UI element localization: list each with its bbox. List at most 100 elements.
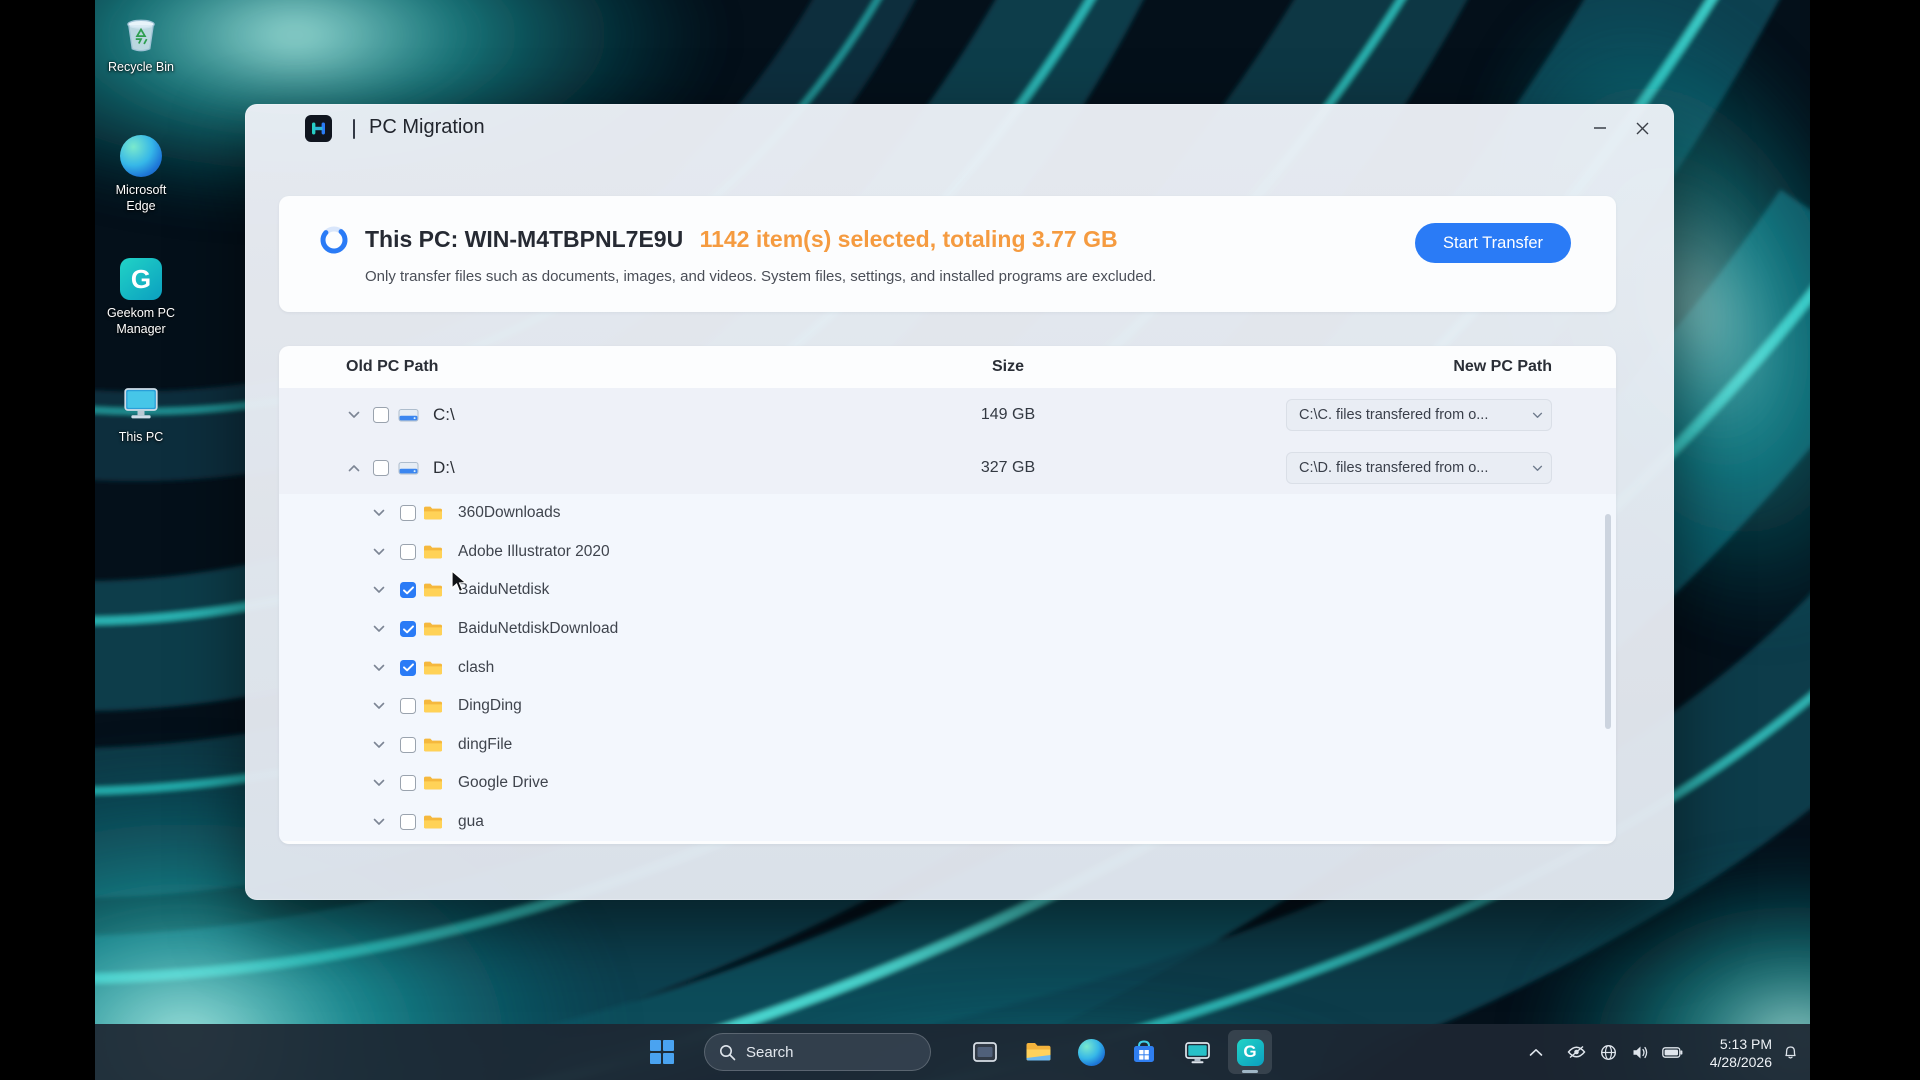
chevron-down-icon[interactable]: [373, 625, 385, 633]
folder-row[interactable]: gua: [279, 803, 1616, 842]
destination-value: C:\D. files transfered from o...: [1299, 460, 1488, 476]
drive-row-c[interactable]: C:\ 149 GB C:\C. files transfered from o…: [279, 388, 1616, 441]
chevron-down-icon[interactable]: [373, 548, 385, 556]
app-logo-icon: [305, 115, 332, 142]
folder-row[interactable]: 360Downloads: [279, 494, 1616, 533]
notification-button[interactable]: [1778, 1040, 1802, 1064]
folder-checkbox[interactable]: [400, 775, 416, 791]
drive-icon: [398, 406, 419, 424]
chevron-down-icon[interactable]: [373, 741, 385, 749]
microsoft-store-icon: [1131, 1039, 1157, 1065]
drive-row-d[interactable]: D:\ 327 GB C:\D. files transfered from o…: [279, 441, 1616, 494]
folder-row[interactable]: dingFile: [279, 726, 1616, 765]
chevron-down-icon[interactable]: [373, 586, 385, 594]
title-divider: [353, 119, 355, 139]
folder-row[interactable]: Adobe Illustrator 2020: [279, 533, 1616, 572]
battery-icon: [1662, 1047, 1683, 1058]
battery-button[interactable]: [1660, 1040, 1684, 1064]
desktop-icon-geekom-pc-manager[interactable]: G Geekom PC Manager: [95, 256, 187, 337]
folder-checkbox[interactable]: [400, 505, 416, 521]
chevron-down-icon[interactable]: [373, 779, 385, 787]
folder-checkbox[interactable]: [400, 660, 416, 676]
drive-checkbox[interactable]: [373, 460, 389, 476]
drive-icon: [398, 459, 419, 477]
volume-button[interactable]: [1628, 1040, 1652, 1064]
edge-icon: [1078, 1039, 1105, 1066]
destination-dropdown-c[interactable]: C:\C. files transfered from o...: [1286, 399, 1552, 431]
folder-name: dingFile: [458, 736, 512, 754]
folder-name: Adobe Illustrator 2020: [458, 543, 610, 561]
minimize-icon: [1593, 121, 1607, 135]
drive-label: C:\: [433, 405, 455, 425]
folder-icon: [423, 660, 443, 676]
folder-row[interactable]: BaiduNetdisk: [279, 571, 1616, 610]
chevron-down-icon[interactable]: [373, 509, 385, 517]
path-table: Old PC Path Size New PC Path C:\ 149 GB: [279, 346, 1616, 844]
drive-checkbox[interactable]: [373, 407, 389, 423]
windows-logo-icon: [649, 1039, 675, 1065]
desktop-icon-microsoft-edge[interactable]: Microsoft Edge: [95, 133, 187, 214]
drive-size: 149 GB: [928, 406, 1088, 424]
folder-checkbox[interactable]: [400, 698, 416, 714]
hidden-icons-button[interactable]: [1524, 1040, 1548, 1064]
destination-value: C:\C. files transfered from o...: [1299, 407, 1488, 423]
network-button[interactable]: [1596, 1040, 1620, 1064]
chevron-down-icon[interactable]: [373, 702, 385, 710]
desktop: Recycle Bin Microsoft Edge G Geekom PC M…: [95, 0, 1810, 1080]
pc-display-icon: [1184, 1040, 1211, 1065]
chevron-up-icon[interactable]: [348, 464, 360, 472]
window-title: PC Migration: [369, 116, 485, 139]
drive-label: D:\: [433, 458, 455, 478]
minimize-button[interactable]: [1584, 114, 1616, 142]
folder-checkbox[interactable]: [400, 544, 416, 560]
folder-name: clash: [458, 659, 494, 677]
pc-name: This PC: WIN-M4TBPNL7E9U: [365, 226, 683, 252]
folder-row[interactable]: DingDing: [279, 687, 1616, 726]
folder-name: 360Downloads: [458, 504, 561, 522]
scrollbar-thumb[interactable]: [1605, 514, 1611, 729]
start-button[interactable]: [647, 1037, 677, 1067]
desktop-icon-label: Geekom PC Manager: [100, 306, 182, 337]
destination-dropdown-d[interactable]: C:\D. files transfered from o...: [1286, 452, 1552, 484]
header-size: Size: [928, 358, 1088, 376]
privacy-eye-button[interactable]: [1564, 1040, 1588, 1064]
close-button[interactable]: [1626, 114, 1658, 142]
folder-icon: [423, 737, 443, 753]
folder-checkbox[interactable]: [400, 582, 416, 598]
chevron-down-icon[interactable]: [373, 818, 385, 826]
taskbar-pc-display[interactable]: [1175, 1030, 1219, 1074]
folder-row[interactable]: clash: [279, 648, 1616, 687]
drive-size: 327 GB: [928, 459, 1088, 477]
chevron-down-icon[interactable]: [373, 664, 385, 672]
header-old-pc-path: Old PC Path: [346, 358, 438, 376]
clock[interactable]: 5:13 PM 4/28/2026: [1710, 1036, 1772, 1071]
app-window-icon: [972, 1039, 998, 1065]
start-transfer-button[interactable]: Start Transfer: [1415, 223, 1571, 263]
banner-headline: This PC: WIN-M4TBPNL7E9U 1142 item(s) se…: [365, 226, 1118, 253]
desktop-icon-label: This PC: [119, 430, 163, 446]
desktop-icon-this-pc[interactable]: This PC: [95, 380, 187, 446]
taskbar-app-window[interactable]: [963, 1030, 1007, 1074]
clock-time: 5:13 PM: [1710, 1036, 1772, 1054]
folder-row[interactable]: BaiduNetdiskDownload: [279, 610, 1616, 649]
folder-name: DingDing: [458, 697, 522, 715]
folder-name: Google Drive: [458, 774, 548, 792]
taskbar-file-explorer[interactable]: [1016, 1030, 1060, 1074]
titlebar[interactable]: PC Migration: [245, 104, 1674, 152]
taskbar-geekom-pc-manager[interactable]: G: [1228, 1030, 1272, 1074]
search-box[interactable]: Search: [704, 1033, 931, 1071]
folder-checkbox[interactable]: [400, 737, 416, 753]
clock-date: 4/28/2026: [1710, 1054, 1772, 1072]
geekom-icon: G: [1237, 1039, 1264, 1066]
chevron-down-icon[interactable]: [348, 411, 360, 419]
globe-icon: [1600, 1044, 1617, 1061]
taskbar: Search: [95, 1024, 1810, 1080]
recycle-bin-icon: [118, 10, 164, 56]
folder-checkbox[interactable]: [400, 621, 416, 637]
desktop-icon-recycle-bin[interactable]: Recycle Bin: [95, 10, 187, 76]
taskbar-edge[interactable]: [1069, 1030, 1113, 1074]
taskbar-microsoft-store[interactable]: [1122, 1030, 1166, 1074]
folder-icon: [423, 775, 443, 791]
folder-checkbox[interactable]: [400, 814, 416, 830]
folder-row[interactable]: Google Drive: [279, 764, 1616, 803]
